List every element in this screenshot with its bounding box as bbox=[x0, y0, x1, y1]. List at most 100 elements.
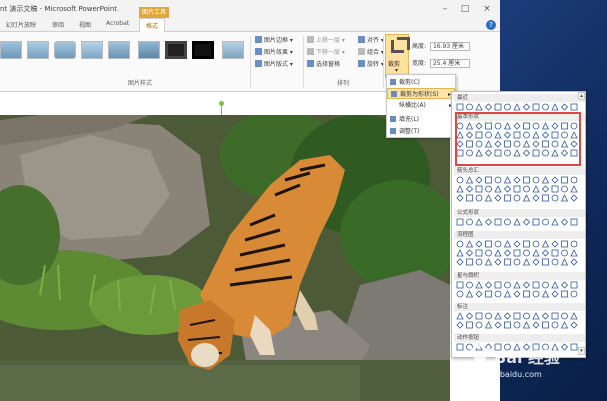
shape-option[interactable] bbox=[504, 321, 511, 329]
shape-option[interactable] bbox=[542, 194, 549, 202]
shape-option[interactable] bbox=[484, 194, 493, 202]
shape-option[interactable] bbox=[456, 312, 464, 320]
shape-option[interactable] bbox=[523, 290, 530, 298]
shape-option[interactable] bbox=[560, 194, 569, 202]
shape-option[interactable] bbox=[542, 103, 549, 111]
shape-option[interactable] bbox=[465, 240, 474, 248]
shape-option[interactable] bbox=[523, 240, 530, 248]
height-field[interactable]: 16.93 厘米 bbox=[429, 42, 470, 51]
picture-style-thumb[interactable] bbox=[192, 41, 214, 59]
slide-picture[interactable] bbox=[0, 115, 450, 401]
shape-option[interactable] bbox=[541, 312, 550, 320]
shape-option[interactable] bbox=[551, 240, 559, 248]
shape-option[interactable] bbox=[542, 218, 549, 226]
shape-option[interactable] bbox=[570, 185, 578, 193]
picture-style-thumb[interactable] bbox=[108, 41, 130, 59]
rotate-button[interactable]: 旋转 ▾ bbox=[358, 60, 384, 69]
shape-option[interactable] bbox=[561, 312, 568, 320]
shape-option[interactable] bbox=[551, 176, 559, 184]
shape-option[interactable] bbox=[570, 176, 578, 184]
shape-option[interactable] bbox=[494, 249, 502, 257]
shape-option[interactable] bbox=[570, 249, 578, 257]
shape-option[interactable] bbox=[513, 185, 521, 193]
shape-option[interactable] bbox=[475, 103, 483, 111]
shape-option[interactable] bbox=[513, 218, 521, 226]
help-icon[interactable]: ? bbox=[486, 20, 496, 30]
shape-option[interactable] bbox=[466, 321, 473, 329]
shape-option[interactable] bbox=[532, 312, 540, 320]
shape-option[interactable] bbox=[504, 103, 511, 111]
shape-option[interactable] bbox=[513, 321, 521, 329]
shape-option[interactable] bbox=[541, 185, 550, 193]
shape-option[interactable] bbox=[570, 281, 578, 289]
tab-format[interactable]: 格式 bbox=[139, 18, 166, 33]
shape-option[interactable] bbox=[560, 218, 569, 226]
shape-option[interactable] bbox=[560, 103, 569, 111]
shape-option[interactable] bbox=[532, 103, 540, 111]
shape-option[interactable] bbox=[570, 103, 578, 111]
shape-option[interactable] bbox=[475, 281, 483, 289]
close-button[interactable]: × bbox=[480, 3, 494, 15]
shape-option[interactable] bbox=[503, 240, 512, 248]
tab-review[interactable]: 审阅 bbox=[52, 20, 64, 29]
shape-option[interactable] bbox=[494, 103, 502, 111]
shape-option[interactable] bbox=[560, 281, 569, 289]
picture-style-thumb[interactable] bbox=[81, 41, 103, 59]
picture-layout-button[interactable]: 图片版式 ▾ bbox=[255, 60, 293, 69]
shape-option[interactable] bbox=[494, 240, 502, 248]
tab-slideshow[interactable]: 幻灯片放映 bbox=[6, 20, 36, 29]
width-field[interactable]: 25.4 厘米 bbox=[429, 59, 470, 68]
shape-option[interactable] bbox=[485, 240, 492, 248]
shape-option[interactable] bbox=[532, 281, 540, 289]
shape-option[interactable] bbox=[503, 249, 512, 257]
shape-option[interactable] bbox=[551, 249, 559, 257]
shape-option[interactable] bbox=[532, 290, 540, 298]
shape-option[interactable] bbox=[475, 258, 483, 266]
shape-option[interactable] bbox=[551, 194, 559, 202]
shape-option[interactable] bbox=[522, 258, 531, 266]
shape-option[interactable] bbox=[465, 185, 474, 193]
shape-option[interactable] bbox=[484, 103, 493, 111]
shape-option[interactable] bbox=[541, 176, 550, 184]
picture-border-button[interactable]: 图片边框 ▾ bbox=[255, 36, 293, 45]
shape-option[interactable] bbox=[475, 218, 483, 226]
shape-option[interactable] bbox=[456, 185, 464, 193]
shape-option[interactable] bbox=[560, 321, 569, 329]
shape-option[interactable] bbox=[532, 176, 540, 184]
scroll-up-button[interactable]: ▴ bbox=[578, 92, 585, 100]
shape-option[interactable] bbox=[494, 312, 502, 320]
shape-option[interactable] bbox=[542, 258, 549, 266]
shape-option[interactable] bbox=[522, 321, 531, 329]
shape-option[interactable] bbox=[570, 194, 578, 202]
shape-option[interactable] bbox=[513, 290, 521, 298]
shape-option[interactable] bbox=[561, 185, 568, 193]
shape-option[interactable] bbox=[456, 258, 464, 266]
shape-option[interactable] bbox=[523, 249, 530, 257]
shape-option[interactable] bbox=[465, 249, 474, 257]
shape-option[interactable] bbox=[494, 290, 502, 298]
shape-option[interactable] bbox=[532, 249, 540, 257]
shape-option[interactable] bbox=[456, 343, 464, 351]
shape-option[interactable] bbox=[513, 240, 521, 248]
shape-option[interactable] bbox=[466, 194, 473, 202]
shape-option[interactable] bbox=[570, 258, 578, 266]
shape-option[interactable] bbox=[465, 176, 474, 184]
shape-option[interactable] bbox=[503, 290, 512, 298]
shape-option[interactable] bbox=[475, 240, 483, 248]
shape-option[interactable] bbox=[466, 218, 473, 226]
shape-option[interactable] bbox=[561, 176, 568, 184]
shape-option[interactable] bbox=[551, 321, 559, 329]
shape-option[interactable] bbox=[513, 312, 521, 320]
shape-option[interactable] bbox=[484, 258, 493, 266]
shape-option[interactable] bbox=[541, 290, 550, 298]
shape-option[interactable] bbox=[513, 103, 521, 111]
shape-option[interactable] bbox=[504, 258, 511, 266]
shape-option[interactable] bbox=[523, 176, 530, 184]
shape-option[interactable] bbox=[532, 194, 540, 202]
shape-option[interactable] bbox=[561, 240, 568, 248]
shape-option[interactable] bbox=[561, 249, 568, 257]
shape-option[interactable] bbox=[513, 281, 521, 289]
selection-pane-button[interactable]: 选择窗格 bbox=[307, 60, 340, 69]
shape-option[interactable] bbox=[475, 185, 483, 193]
shape-option[interactable] bbox=[494, 218, 502, 226]
